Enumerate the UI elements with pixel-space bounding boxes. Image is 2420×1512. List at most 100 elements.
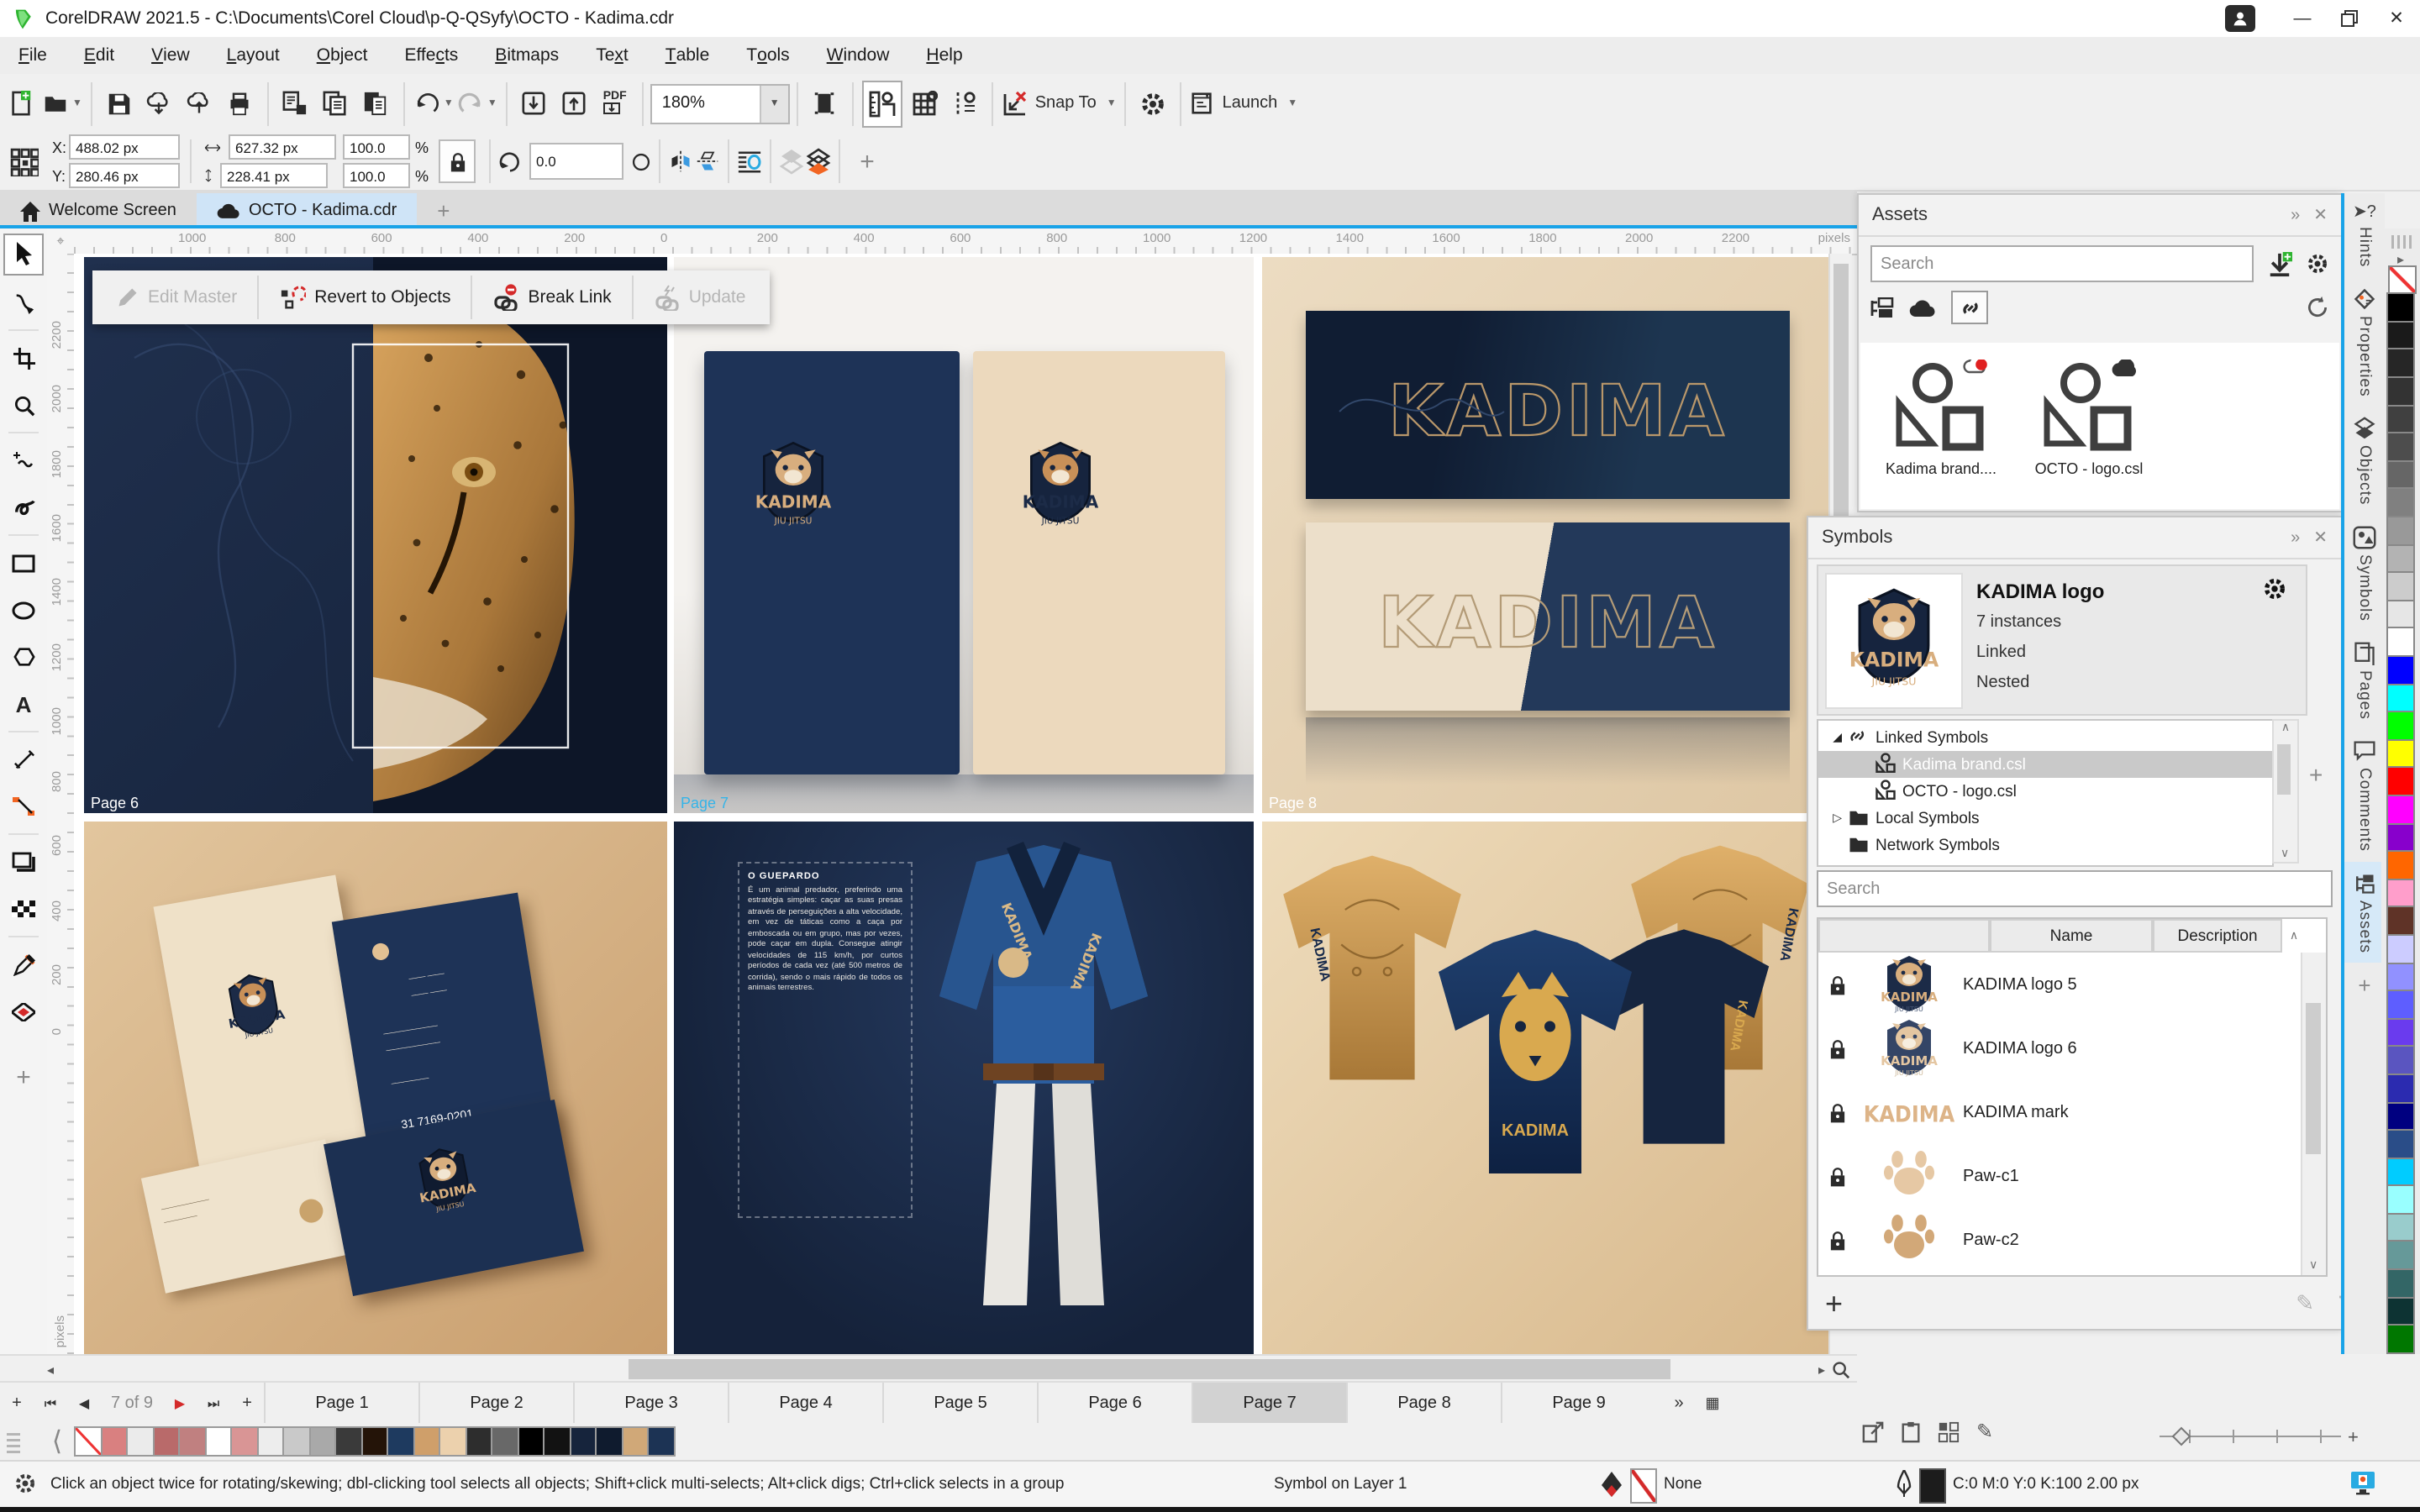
page-tab-page-1[interactable]: Page 1 bbox=[264, 1383, 418, 1425]
color-swatch[interactable] bbox=[2386, 1046, 2415, 1075]
color-swatch[interactable] bbox=[2386, 627, 2415, 657]
rotation-icon[interactable] bbox=[497, 149, 523, 174]
new-document-tab-button[interactable]: + bbox=[417, 193, 470, 228]
page-tab-page-8[interactable]: Page 8 bbox=[1346, 1383, 1501, 1425]
tool-connector[interactable] bbox=[5, 787, 42, 826]
color-swatch[interactable] bbox=[569, 1426, 597, 1457]
collapse-panel-icon[interactable]: » bbox=[2291, 206, 2300, 224]
tool-dimension[interactable] bbox=[5, 740, 42, 779]
tree-item-octo-logo-csl[interactable]: OCTO - logo.csl bbox=[1818, 778, 2272, 805]
menu-object[interactable]: Object bbox=[298, 37, 387, 74]
redo-button[interactable]: ▼ bbox=[457, 81, 497, 125]
gear-button[interactable] bbox=[1135, 81, 1172, 125]
menu-view[interactable]: View bbox=[133, 37, 208, 74]
scale-y-field[interactable]: 100.0 bbox=[343, 163, 410, 188]
page8-artwork-bottom[interactable]: KADIMA KADIMA KADIMA KADIMA bbox=[1262, 822, 1828, 1354]
docker-tab-comments[interactable]: Comments bbox=[2344, 730, 2385, 861]
object-height-field[interactable]: 228.41 px bbox=[220, 163, 328, 188]
assets-options-gear-icon[interactable] bbox=[2306, 252, 2329, 276]
page6-artwork[interactable] bbox=[84, 257, 667, 813]
tool-freehand[interactable] bbox=[5, 441, 42, 480]
color-swatch[interactable] bbox=[152, 1426, 180, 1457]
color-swatch[interactable] bbox=[2386, 711, 2415, 740]
color-swatch[interactable] bbox=[126, 1426, 154, 1457]
color-swatch[interactable] bbox=[387, 1426, 414, 1457]
docker-tab-pages[interactable]: Pages bbox=[2344, 632, 2385, 730]
tool-artistic-media[interactable] bbox=[5, 488, 42, 527]
download-asset-icon[interactable] bbox=[2267, 251, 2292, 276]
color-swatch[interactable] bbox=[360, 1426, 388, 1457]
ellipse-indicator-icon[interactable] bbox=[630, 150, 652, 172]
object-width-field[interactable]: 627.32 px bbox=[229, 134, 336, 160]
scroll-right-arrow[interactable]: ▸ bbox=[1818, 1362, 1825, 1377]
docker-tab-assets[interactable]: Assets bbox=[2344, 861, 2385, 963]
page8-artwork-top[interactable]: KADIMA KADIMA bbox=[1262, 257, 1828, 813]
tool-text[interactable]: A bbox=[5, 685, 42, 723]
color-swatch[interactable] bbox=[256, 1426, 284, 1457]
assets-search-input[interactable]: Search bbox=[1870, 245, 2254, 282]
refresh-icon[interactable] bbox=[2306, 296, 2329, 319]
page-tab-page-7[interactable]: Page 7 bbox=[1192, 1383, 1346, 1425]
close-button[interactable]: ✕ bbox=[2375, 0, 2418, 40]
cloud-down-button[interactable] bbox=[141, 81, 178, 125]
tool-polygon[interactable] bbox=[5, 638, 42, 676]
color-swatch[interactable] bbox=[2386, 376, 2415, 406]
tool-rectangle[interactable] bbox=[5, 543, 42, 582]
color-swatch[interactable] bbox=[2386, 1296, 2415, 1326]
menu-layout[interactable]: Layout bbox=[208, 37, 298, 74]
to-front-of-layer-button[interactable] bbox=[805, 148, 832, 175]
export-button[interactable] bbox=[556, 81, 593, 125]
minimize-button[interactable]: — bbox=[2281, 0, 2324, 40]
menu-help[interactable]: Help bbox=[908, 37, 981, 74]
tool-zoom[interactable] bbox=[5, 386, 42, 424]
tool-crop[interactable] bbox=[5, 339, 42, 377]
color-swatch[interactable] bbox=[308, 1426, 336, 1457]
zoom-corner-icon[interactable] bbox=[1832, 1360, 1850, 1378]
color-swatch[interactable] bbox=[100, 1426, 128, 1457]
color-swatch[interactable] bbox=[2386, 822, 2415, 852]
maximize-button[interactable] bbox=[2328, 0, 2371, 40]
tree-item-linked-symbols[interactable]: ◢Linked Symbols bbox=[1818, 724, 2272, 751]
color-swatch[interactable] bbox=[2386, 906, 2415, 936]
column-description[interactable]: Description bbox=[2153, 919, 2282, 953]
save-button[interactable] bbox=[101, 81, 138, 125]
symbol-row-kadima-logo-5[interactable]: KADIMAJIU JITSU KADIMA logo 5 bbox=[1818, 953, 2326, 1016]
menu-effects[interactable]: Effects bbox=[386, 37, 476, 74]
zoom-dropdown-arrow[interactable]: ▼ bbox=[760, 85, 788, 122]
page-sorter-button[interactable]: ▦ bbox=[1696, 1383, 1729, 1425]
new-document-button[interactable] bbox=[2, 81, 39, 125]
color-swatch[interactable] bbox=[334, 1426, 362, 1457]
tool-ellipse[interactable] bbox=[5, 591, 42, 629]
zoom-slider[interactable]: + bbox=[2160, 1426, 2361, 1446]
menu-bitmaps[interactable]: Bitmaps bbox=[476, 37, 577, 74]
color-swatch[interactable] bbox=[2386, 1129, 2415, 1158]
add-symbol-button[interactable]: + bbox=[1825, 1286, 1843, 1321]
color-swatch[interactable] bbox=[2386, 1268, 2415, 1298]
table-scrollbar[interactable]: ∨ bbox=[2301, 953, 2326, 1275]
color-swatch[interactable] bbox=[2386, 1157, 2415, 1186]
color-swatch[interactable] bbox=[2386, 1074, 2415, 1103]
palette-scroll-left[interactable]: ⟨ bbox=[40, 1425, 74, 1458]
vertical-ruler[interactable]: 2200200018001600140012001000800600400200… bbox=[47, 254, 76, 1354]
tree-item-kadima-brand-csl[interactable]: Kadima brand.csl bbox=[1818, 751, 2272, 778]
symbol-row-kadima-logo-6[interactable]: KADIMAJIU JITSU KADIMA logo 6 bbox=[1818, 1016, 2326, 1080]
menu-table[interactable]: Table bbox=[647, 37, 729, 74]
color-swatch[interactable] bbox=[2386, 683, 2415, 712]
lock-ratio-button[interactable] bbox=[439, 139, 476, 183]
page7-artwork-top[interactable]: KADIMA JIU JITSU KADIMA JIU JITSU bbox=[674, 257, 1254, 813]
color-swatch[interactable] bbox=[2386, 293, 2415, 323]
status-gear-icon[interactable] bbox=[13, 1472, 37, 1495]
docker-tab-hints[interactable]: ➤?Hints bbox=[2344, 193, 2385, 277]
color-swatch[interactable] bbox=[491, 1426, 518, 1457]
color-swatch[interactable] bbox=[2386, 1213, 2415, 1242]
docker-tab-properties[interactable]: Properties bbox=[2344, 277, 2385, 407]
copy-props-button[interactable] bbox=[277, 81, 314, 125]
toolbox-customize-button[interactable]: + bbox=[5, 1058, 42, 1097]
color-swatch[interactable] bbox=[413, 1426, 440, 1457]
tool-eyedropper[interactable] bbox=[5, 945, 42, 984]
color-swatch[interactable] bbox=[2386, 404, 2415, 433]
color-swatch[interactable] bbox=[2386, 934, 2415, 963]
grid-button[interactable] bbox=[906, 81, 943, 125]
horizontal-ruler[interactable]: 1000800600400200020040060080010001200140… bbox=[74, 228, 1857, 255]
rotation-angle-field[interactable]: 0.0 bbox=[529, 143, 623, 180]
